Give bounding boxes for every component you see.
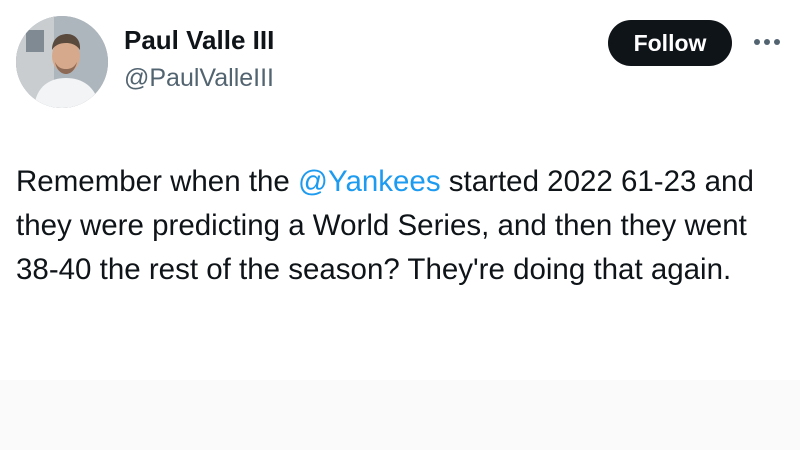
tweet-text: Remember when the @Yankees started 2022 … bbox=[16, 160, 776, 292]
author-display-name[interactable]: Paul Valle III bbox=[124, 24, 274, 56]
tweet-card: Paul Valle III @PaulValleIII Follow Reme… bbox=[0, 0, 800, 450]
author-handle[interactable]: @PaulValleIII bbox=[124, 62, 274, 94]
mention-link[interactable]: @Yankees bbox=[298, 165, 441, 198]
follow-button[interactable]: Follow bbox=[608, 20, 732, 66]
card-bottom-area bbox=[0, 380, 800, 450]
avatar-photo bbox=[16, 16, 108, 108]
more-horizontal-icon[interactable] bbox=[750, 32, 784, 52]
tweet-text-before-mention: Remember when the bbox=[16, 165, 299, 198]
avatar[interactable] bbox=[16, 16, 108, 108]
